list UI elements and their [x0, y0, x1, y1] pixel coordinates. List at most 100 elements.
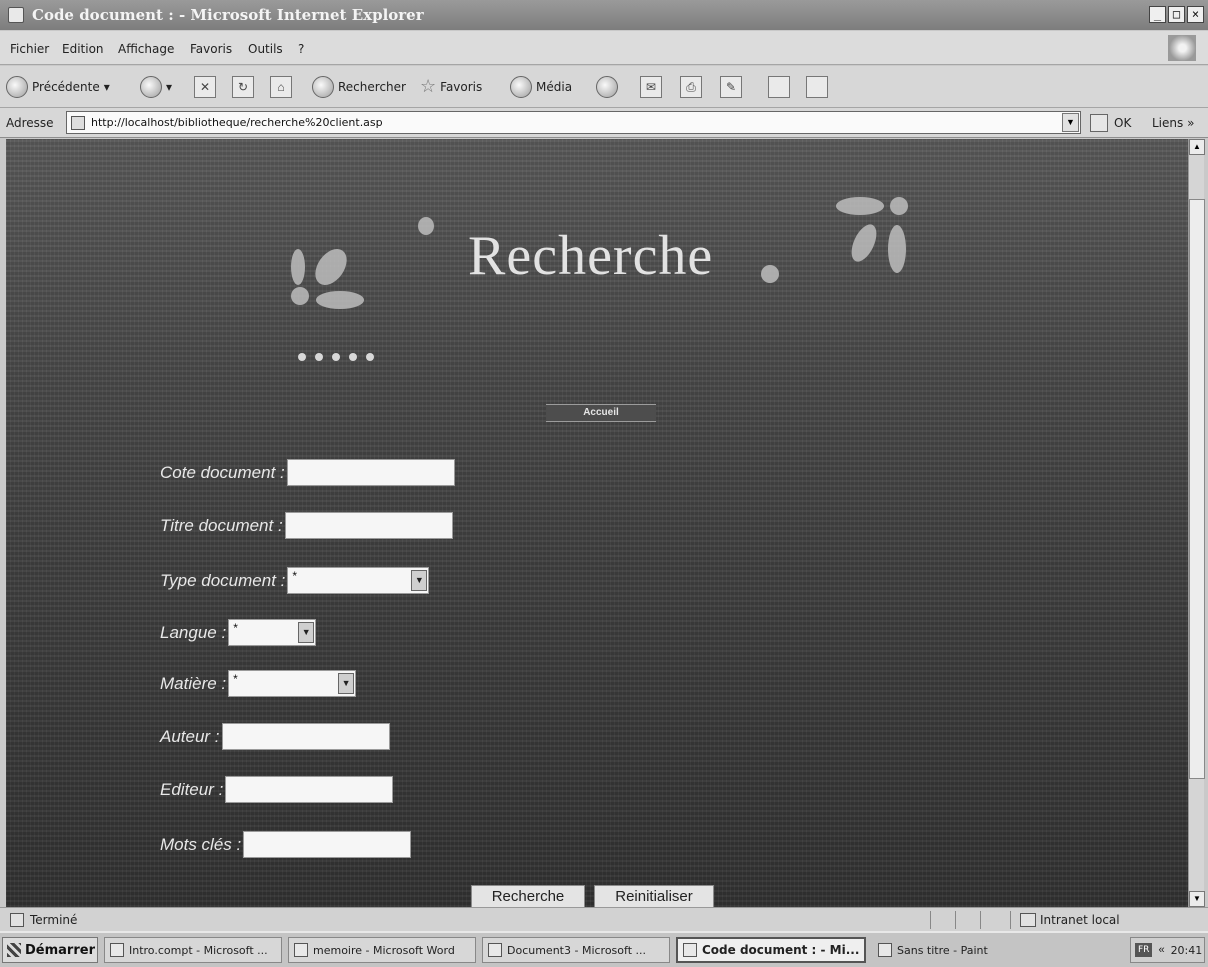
scroll-up-icon[interactable]: ▲ — [1189, 139, 1205, 155]
word-icon — [110, 943, 124, 957]
titre-row: Titre document : — [160, 512, 453, 539]
edit-icon[interactable]: ✎ — [720, 76, 742, 98]
back-button[interactable]: Précédente ▾ — [6, 76, 110, 98]
auteur-row: Auteur : — [160, 723, 390, 750]
forward-button[interactable]: ▾ — [140, 76, 172, 98]
menu-outils[interactable]: Outils — [248, 42, 283, 56]
decorative-dot — [332, 353, 340, 361]
cote-label: Cote document : — [160, 462, 285, 482]
tray-expand-icon[interactable]: « — [1158, 944, 1164, 956]
matiere-select[interactable]: * ▼ — [228, 670, 357, 697]
page-content: Recherche Accueil Cote document : Titre … — [6, 139, 1188, 907]
media-label: Média — [536, 80, 573, 94]
decorative-leaf — [308, 243, 354, 291]
menu-bar: Fichier Edition Affichage Favoris Outils… — [0, 31, 1208, 65]
chevron-down-icon: ▾ — [103, 80, 110, 94]
stop-icon[interactable]: ✕ — [194, 76, 216, 98]
menu-affichage[interactable]: Affichage — [118, 42, 174, 56]
discuss-icon[interactable] — [768, 76, 790, 98]
matiere-select-value: * — [233, 672, 238, 686]
menu-help[interactable]: ? — [298, 42, 304, 56]
language-indicator[interactable]: FR — [1135, 943, 1153, 957]
matiere-label: Matière : — [160, 673, 227, 693]
decorative-leaf — [888, 225, 906, 273]
minimize-button[interactable]: _ — [1149, 6, 1166, 23]
messenger-icon[interactable] — [806, 76, 828, 98]
vertical-scrollbar[interactable]: ▲ ▼ — [1188, 139, 1205, 907]
status-text: Terminé — [30, 913, 78, 927]
auteur-label: Auteur : — [160, 726, 220, 746]
langue-select[interactable]: * ▼ — [228, 619, 317, 646]
home-link[interactable]: Accueil — [546, 404, 656, 422]
scrollbar-thumb[interactable] — [1189, 199, 1205, 779]
decorative-dots — [298, 353, 374, 361]
address-dropdown-icon[interactable]: ▼ — [1062, 113, 1079, 132]
type-label: Type document : — [160, 570, 286, 590]
taskbar-item-code-document[interactable]: Code document : - Mi... — [676, 937, 866, 963]
editeur-label: Editeur : — [160, 779, 224, 799]
forward-arrow-icon — [140, 76, 162, 98]
search-submit-button[interactable]: Recherche — [471, 885, 585, 907]
cote-input[interactable] — [286, 459, 455, 486]
mots-row: Mots clés : — [160, 831, 412, 858]
taskbar-item-intro[interactable]: Intro.compt - Microsoft ... — [104, 937, 282, 963]
zone-text: Intranet local — [1040, 913, 1120, 927]
favorites-button[interactable]: ☆ Favoris — [420, 76, 482, 97]
media-button[interactable]: Média — [510, 76, 572, 98]
media-icon — [510, 76, 532, 98]
chevron-down-icon[interactable]: ▼ — [411, 570, 428, 591]
taskbar-item-memoire[interactable]: memoire - Microsoft Word — [288, 937, 476, 963]
decorative-dot — [349, 353, 357, 361]
status-divider — [980, 911, 981, 929]
reset-button[interactable]: Reinitialiser — [594, 885, 714, 907]
star-icon: ☆ — [420, 76, 437, 97]
window-title: Code document : - Microsoft Internet Exp… — [32, 6, 424, 24]
chevron-down-icon[interactable]: ▼ — [298, 622, 315, 643]
maximize-button[interactable]: □ — [1168, 6, 1185, 23]
type-select-value: * — [292, 569, 298, 583]
scroll-down-icon[interactable]: ▼ — [1189, 891, 1205, 907]
mail-icon[interactable]: ✉ — [640, 76, 662, 98]
page-icon — [71, 116, 85, 130]
links-button[interactable]: Liens » — [1152, 116, 1194, 130]
start-label: Démarrer — [25, 942, 95, 958]
taskbar: Démarrer Intro.compt - Microsoft ... mem… — [0, 931, 1208, 967]
address-input[interactable]: http://localhost/bibliotheque/recherche%… — [66, 111, 1081, 134]
history-button[interactable] — [596, 76, 618, 98]
print-icon[interactable]: ⎙ — [680, 76, 702, 98]
decorative-dot — [890, 197, 908, 215]
start-button[interactable]: Démarrer — [2, 937, 98, 963]
menu-favoris[interactable]: Favoris — [190, 42, 232, 56]
titre-input[interactable] — [284, 512, 453, 539]
page-done-icon — [10, 913, 24, 927]
menu-edition[interactable]: Edition — [62, 42, 104, 56]
go-button[interactable]: OK — [1114, 116, 1131, 130]
cote-row: Cote document : — [160, 459, 455, 486]
refresh-icon[interactable]: ↻ — [232, 76, 254, 98]
mots-input[interactable] — [243, 831, 412, 858]
editeur-input[interactable] — [225, 776, 394, 803]
search-button[interactable]: Rechercher — [312, 76, 406, 98]
go-arrow-icon[interactable] — [1090, 114, 1108, 132]
decorative-dot — [418, 217, 434, 235]
taskbar-item-document3[interactable]: Document3 - Microsoft ... — [482, 937, 670, 963]
task-label: memoire - Microsoft Word — [313, 943, 455, 957]
menu-fichier[interactable]: Fichier — [10, 42, 49, 56]
address-url: http://localhost/bibliotheque/recherche%… — [91, 116, 383, 129]
taskbar-item-paint[interactable]: Sans titre - Paint — [872, 937, 1022, 963]
decorative-dot — [315, 353, 323, 361]
chevron-down-icon[interactable]: ▼ — [338, 673, 355, 694]
paint-icon — [878, 943, 892, 957]
home-icon[interactable]: ⌂ — [270, 76, 292, 98]
auteur-input[interactable] — [221, 723, 390, 750]
word-icon — [488, 943, 502, 957]
decorative-leaf — [846, 220, 882, 266]
ie-icon — [683, 943, 697, 957]
close-button[interactable]: × — [1187, 6, 1204, 23]
langue-select-value: * — [233, 621, 238, 635]
type-select[interactable]: * ▼ — [287, 567, 430, 594]
decorative-dot — [761, 265, 779, 283]
address-label: Adresse — [6, 116, 54, 130]
decorative-leaf — [316, 291, 364, 309]
chevron-down-icon: ▾ — [166, 80, 173, 94]
